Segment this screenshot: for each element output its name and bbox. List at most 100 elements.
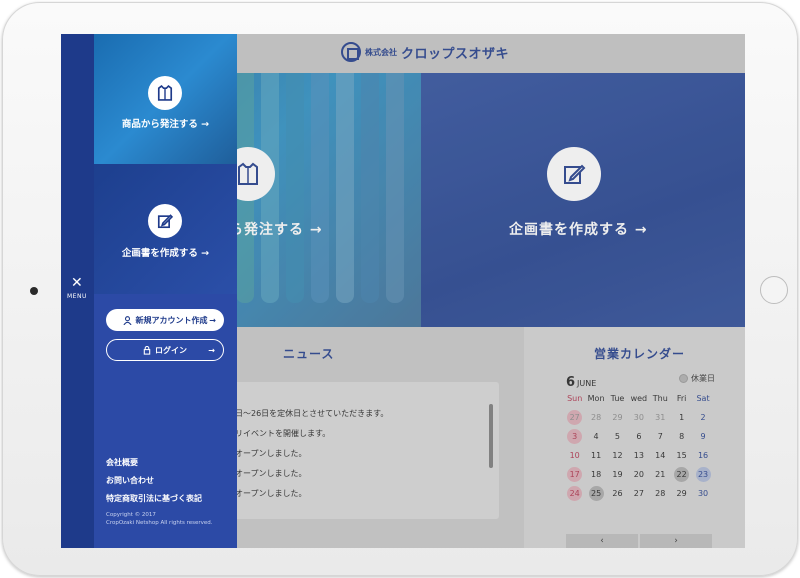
- weekday-row: Sun Mon Tue wed Thu Fri Sat: [564, 389, 714, 408]
- copyright-line: Copyright © 2017: [106, 512, 156, 518]
- news-scrollbar[interactable]: [489, 404, 493, 468]
- week-row: 24 25 26 27 28 29 30: [564, 484, 714, 503]
- drawer-plan-label: 企画書を作成する →: [121, 248, 210, 259]
- camera: [30, 287, 38, 295]
- calendar-day[interactable]: 3: [564, 429, 585, 444]
- drawer-order-label: 商品から発注する →: [121, 119, 210, 130]
- calendar-day[interactable]: 2: [692, 410, 713, 425]
- calendar-day[interactable]: 28: [650, 486, 671, 501]
- weekday-label: Sun: [567, 394, 583, 403]
- calendar-day[interactable]: 30: [628, 410, 649, 425]
- calendar-day[interactable]: 22: [671, 467, 692, 482]
- arrow-icon: →: [209, 315, 216, 325]
- link-company[interactable]: 会社概要: [106, 457, 138, 468]
- calendar-day[interactable]: 14: [650, 448, 671, 463]
- logo-mark-icon: [341, 42, 361, 62]
- calendar-month: 6 JUNE: [566, 371, 596, 390]
- calendar-day[interactable]: 12: [607, 448, 628, 463]
- calendar-day[interactable]: 23: [692, 467, 713, 482]
- new-account-button[interactable]: 新規アカウント作成 →: [106, 309, 224, 331]
- calendar-day[interactable]: 31: [650, 410, 671, 425]
- news-item[interactable]: オープンしました。: [235, 448, 307, 459]
- holiday-dot-icon: [679, 374, 688, 383]
- news-list: 日〜26日を定休日とさせていただきます。 リイベントを開催します。 オープンしま…: [231, 382, 499, 519]
- calendar-day[interactable]: 18: [585, 467, 606, 482]
- weekday-label: Thu: [652, 394, 668, 403]
- drawer-order-card[interactable]: 商品から発注する →: [94, 34, 237, 164]
- copyright: Copyright © 2017 CropOzaki Netshop All r…: [106, 511, 213, 527]
- calendar-day[interactable]: 13: [628, 448, 649, 463]
- calendar-day[interactable]: 11: [585, 448, 606, 463]
- calendar-title: 営業カレンダー: [594, 347, 686, 361]
- calendar-day[interactable]: 21: [650, 467, 671, 482]
- week-row: 27 28 29 30 31 1 2: [564, 408, 714, 427]
- weekday-label: Mon: [587, 394, 605, 403]
- news-item[interactable]: オープンしました。: [235, 488, 307, 499]
- calendar-day[interactable]: 27: [628, 486, 649, 501]
- hero-order-label: ら発注する →: [229, 222, 323, 238]
- calendar-day[interactable]: 16: [692, 448, 713, 463]
- site-logo[interactable]: 株式会社 クロップスオザキ: [341, 42, 509, 62]
- week-row: 3 4 5 6 7 8 9: [564, 427, 714, 446]
- calendar-day[interactable]: 20: [628, 467, 649, 482]
- calendar-day[interactable]: 25: [585, 486, 606, 501]
- new-account-label: 新規アカウント作成: [135, 315, 208, 325]
- login-label: ログイン: [155, 345, 187, 355]
- logo-sub: 株式会社: [365, 47, 397, 57]
- logo-main: クロップスオザキ: [401, 46, 510, 62]
- calendar-day[interactable]: 29: [607, 410, 628, 425]
- month-name: JUNE: [577, 379, 597, 388]
- link-contact[interactable]: お問い合わせ: [106, 475, 154, 486]
- calendar-day[interactable]: 30: [692, 486, 713, 501]
- tablet-frame: 株式会社 クロップスオザキ ら発注する → 企画書を作成する → ニュース 日〜…: [2, 2, 798, 576]
- calendar-day[interactable]: 10: [564, 448, 585, 463]
- login-button[interactable]: ログイン →: [106, 339, 224, 361]
- user-icon: [122, 315, 132, 325]
- close-icon[interactable]: ✕: [71, 275, 83, 291]
- drawer-plan-card[interactable]: 企画書を作成する →: [94, 164, 237, 294]
- weekday-label: Fri: [676, 394, 687, 403]
- link-legal[interactable]: 特定商取引法に基づく表記: [106, 493, 202, 504]
- calendar-prev-button[interactable]: ‹: [566, 534, 638, 548]
- calendar-day[interactable]: 24: [564, 486, 585, 501]
- hero-plan-label: 企画書を作成する →: [509, 222, 648, 238]
- calendar-day[interactable]: 6: [628, 429, 649, 444]
- calendar-day[interactable]: 8: [671, 429, 692, 444]
- calendar-day[interactable]: 26: [607, 486, 628, 501]
- calendar-day[interactable]: 4: [585, 429, 606, 444]
- calendar-next-button[interactable]: ›: [640, 534, 712, 548]
- legend-label: 休業日: [691, 374, 715, 383]
- edit-icon: [148, 204, 182, 238]
- calendar-section: 営業カレンダー 6 JUNE 休業日 Sun Mon Tue wed Thu Fr…: [524, 327, 745, 548]
- copyright-line: CropOzaki Netshop All rights reserved.: [106, 520, 213, 526]
- menu-drawer: 商品から発注する → 企画書を作成する → 新規アカウント作成 → ログイン →…: [94, 34, 237, 548]
- calendar-day[interactable]: 1: [671, 410, 692, 425]
- menu-strip: ✕ MENU: [61, 34, 94, 548]
- news-item[interactable]: オープンしました。: [235, 468, 307, 479]
- calendar-day[interactable]: 5: [607, 429, 628, 444]
- weekday-label: Sat: [696, 394, 710, 403]
- arrow-icon: →: [208, 345, 215, 355]
- edit-icon: [547, 147, 601, 201]
- calendar-day[interactable]: 19: [607, 467, 628, 482]
- calendar-day[interactable]: 9: [692, 429, 713, 444]
- calendar-day[interactable]: 28: [585, 410, 606, 425]
- calendar-day[interactable]: 15: [671, 448, 692, 463]
- shirt-icon: [148, 76, 182, 110]
- calendar-day[interactable]: 7: [650, 429, 671, 444]
- news-title: ニュース: [283, 347, 335, 361]
- screen: 株式会社 クロップスオザキ ら発注する → 企画書を作成する → ニュース 日〜…: [61, 34, 745, 548]
- calendar-day[interactable]: 27: [564, 410, 585, 425]
- holiday-legend: 休業日: [679, 373, 715, 384]
- calendar-nav: ‹ ›: [566, 534, 712, 548]
- home-button[interactable]: [760, 276, 788, 304]
- news-item[interactable]: リイベントを開催します。: [235, 428, 330, 439]
- calendar-day[interactable]: 29: [671, 486, 692, 501]
- lock-icon: [143, 345, 151, 355]
- week-row: 10 11 12 13 14 15 16: [564, 446, 714, 465]
- news-item[interactable]: 日〜26日を定休日とさせていただきます。: [235, 408, 388, 419]
- menu-label[interactable]: MENU: [67, 293, 87, 300]
- calendar-day[interactable]: 17: [564, 467, 585, 482]
- hero-plan-panel[interactable]: 企画書を作成する →: [421, 73, 745, 327]
- weekday-label: wed: [630, 394, 648, 403]
